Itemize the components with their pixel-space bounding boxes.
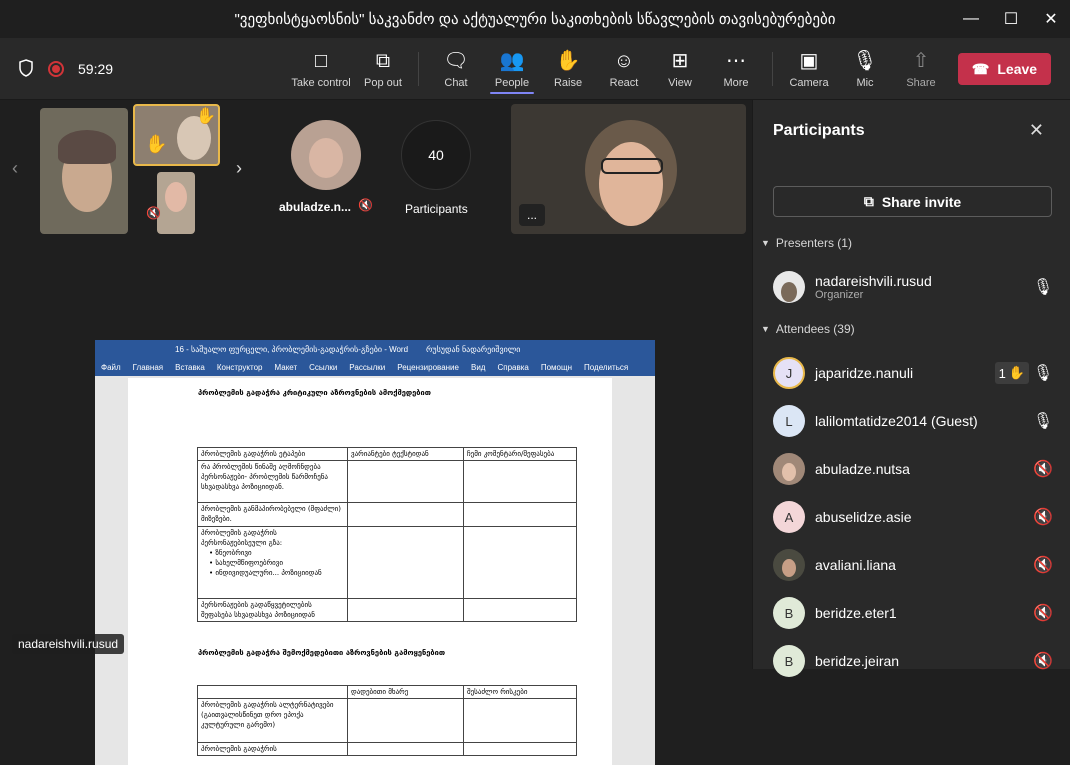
mic-icon: 🎙 <box>1032 413 1054 430</box>
mic-icon: 🎙 <box>1032 365 1054 382</box>
camera-button[interactable]: ▣ Camera <box>788 38 830 100</box>
close-icon[interactable]: ✕ <box>1028 0 1070 38</box>
meeting-timer: 59:29 <box>78 61 114 77</box>
share-invite-button[interactable]: ⧉ Share invite <box>773 186 1052 217</box>
raise-hand-icon: ✋ <box>555 50 581 72</box>
avatar: B <box>773 597 805 629</box>
chat-icon: 🗨 <box>443 50 469 72</box>
pop-out-icon: ⧉ <box>375 50 391 72</box>
avatar: A <box>773 501 805 533</box>
mic-off-icon: 🔇 <box>1033 509 1053 526</box>
pop-out-button[interactable]: ⧉ Pop out <box>360 38 406 100</box>
avatar <box>291 120 361 190</box>
more-icon: ⋯ <box>726 50 746 72</box>
participant-row[interactable]: abuladze.nutsa 🔇 <box>773 449 1053 489</box>
view-button[interactable]: ⊞ View <box>660 38 700 100</box>
video-tile-raised-hand[interactable]: ✋ ✋ <box>133 104 220 166</box>
participant-row[interactable]: nadareishvili.rusud Organizer 🎙 <box>773 267 1053 307</box>
avatar <box>773 271 805 303</box>
document-page: პრობლემის გადაჭრა კრიტიკული აზროვნების ა… <box>128 378 612 765</box>
video-tile[interactable] <box>157 172 195 234</box>
strip-next-icon[interactable]: › <box>236 158 242 179</box>
people-button[interactable]: 👥 People <box>490 38 534 100</box>
toolbar-divider <box>772 52 773 86</box>
camera-icon: ▣ <box>799 50 819 72</box>
take-control-button[interactable]: □ Take control <box>290 38 352 100</box>
participant-count-circle[interactable]: 40 <box>401 120 471 190</box>
document-heading: პრობლემის გადაჭრა შემოქმედებითი აზროვნებ… <box>198 648 446 657</box>
avatar <box>773 549 805 581</box>
mic-off-icon: 🔇 <box>1033 605 1053 622</box>
phone-hangup-icon: ☎ <box>971 60 990 77</box>
people-icon: 👥 <box>499 50 525 72</box>
participant-row[interactable]: A abuselidze.asie 🔇 <box>773 497 1053 537</box>
participant-name: abuladze.n... <box>279 200 352 214</box>
strip-prev-icon[interactable]: ‹ <box>12 158 18 179</box>
avatar: L <box>773 405 805 437</box>
take-control-icon: □ <box>314 50 328 72</box>
share-button[interactable]: ⇧ Share <box>902 38 940 100</box>
leave-button[interactable]: ☎ Leave <box>958 53 1051 85</box>
chevron-down-icon: ▼ <box>761 324 770 334</box>
close-panel-icon[interactable]: ✕ <box>1029 120 1044 141</box>
video-tile-main[interactable]: ... <box>511 104 746 234</box>
meeting-toolbar: 59:29 □ Take control ⧉ Pop out 🗨 Chat 👥 … <box>0 38 1070 100</box>
participant-row[interactable]: B beridze.eter1 🔇 <box>773 593 1053 633</box>
avatar: B <box>773 645 805 677</box>
raised-hand-icon: ✋ <box>1008 365 1025 380</box>
avatar: J <box>773 357 805 389</box>
shield-icon <box>18 58 34 80</box>
shared-screen-document: 16 - საშუალო ფურცელი, პრობლემის-გადაჭრის… <box>95 340 655 765</box>
mic-icon: 🎙 <box>1032 279 1054 296</box>
window-title: "ვეფხისტყაოსნის" საკვანძო და აქტუალური ს… <box>234 11 836 28</box>
window-titlebar: "ვეფხისტყაოსნის" საკვანძო და აქტუალური ს… <box>0 0 1070 38</box>
view-icon: ⊞ <box>671 50 689 72</box>
presenters-section-header[interactable]: ▼ Presenters (1) <box>761 236 852 250</box>
creative-table: დადებითი მხარე შესაძლო რისკები პრობლემის… <box>197 685 577 756</box>
more-options-icon[interactable]: ... <box>519 204 545 226</box>
mic-icon: 🎙 <box>852 50 878 72</box>
video-tile[interactable] <box>40 108 128 234</box>
raised-hand-icon: ✋ <box>145 134 168 154</box>
chat-button[interactable]: 🗨 Chat <box>436 38 476 100</box>
mic-button[interactable]: 🎙 Mic <box>848 38 882 100</box>
raised-hand-icon: ✋ <box>196 108 216 125</box>
raise-hand-button[interactable]: ✋ Raise <box>548 38 588 100</box>
raised-hand-badge: 1 ✋ <box>994 362 1029 384</box>
attendees-section-header[interactable]: ▼ Attendees (39) <box>761 322 855 336</box>
mic-off-icon: 🔇 <box>358 198 373 212</box>
share-icon: ⧉ <box>863 193 874 209</box>
word-ribbon: Файл Главная Вставка Конструктор Макет С… <box>95 358 655 376</box>
word-titlebar: 16 - საშუალო ფურცელი, პრობლემის-გადაჭრის… <box>95 340 655 358</box>
chevron-down-icon: ▼ <box>761 238 770 248</box>
mic-off-icon: 🔇 <box>1033 461 1053 478</box>
avatar <box>773 453 805 485</box>
react-icon: ☺ <box>613 50 635 72</box>
meeting-stage: ‹ ✋ ✋ 🔇 › abuladze.n... 🔇 40 Participant… <box>0 100 752 765</box>
react-button[interactable]: ☺ React <box>604 38 644 100</box>
panel-title: Participants <box>773 122 865 139</box>
participant-row[interactable]: J japaridze.nanuli 1 ✋ 🎙 <box>773 353 1053 393</box>
mic-off-icon: 🔇 <box>146 206 161 220</box>
more-button[interactable]: ⋯ More <box>716 38 756 100</box>
toolbar-divider <box>418 52 419 86</box>
presenter-name-tag: nadareishvili.rusud <box>12 634 125 654</box>
share-icon: ⇧ <box>912 50 930 72</box>
participant-count-label: Participants <box>405 202 468 216</box>
participants-panel: Participants ✕ ⧉ Share invite ▼ Presente… <box>752 100 1070 677</box>
mic-off-icon: 🔇 <box>1033 653 1053 670</box>
participant-row[interactable]: L lalilomtatidze2014 (Guest) 🎙 <box>773 401 1053 441</box>
document-heading: პრობლემის გადაჭრა კრიტიკული აზროვნების ა… <box>198 388 431 397</box>
recording-icon <box>48 61 64 77</box>
participant-row[interactable]: avaliani.liana 🔇 <box>773 545 1053 585</box>
problem-table: პრობლემის გადაჭრის ეტაპები ვარიანტები ტე… <box>197 447 577 622</box>
participant-row[interactable]: B beridze.jeiran 🔇 <box>773 641 1053 681</box>
mic-off-icon: 🔇 <box>1033 557 1053 574</box>
